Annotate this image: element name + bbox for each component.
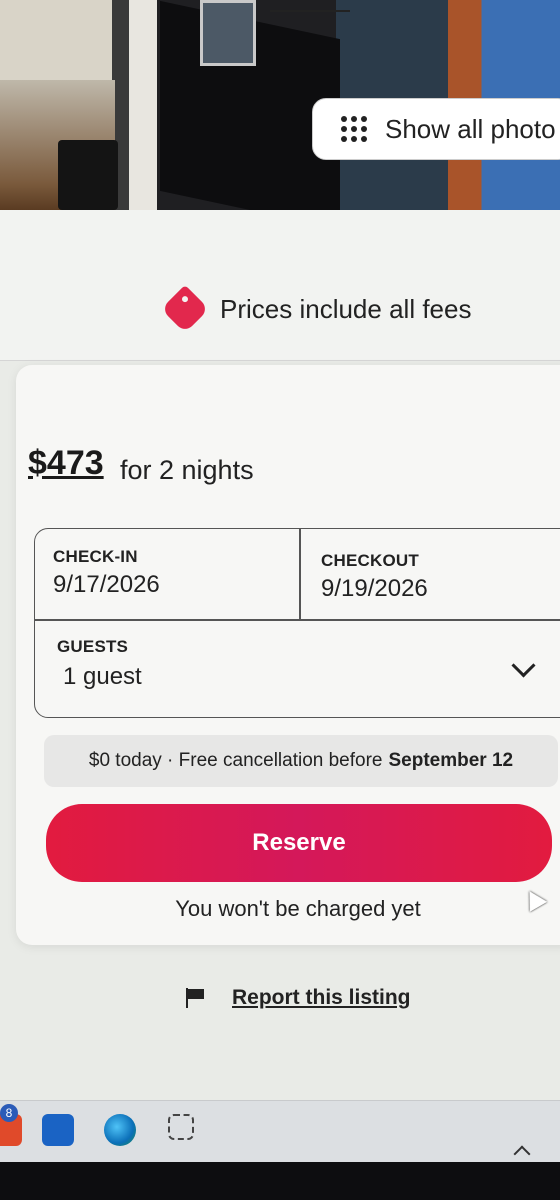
screen-bezel [0, 1162, 560, 1200]
not-charged-note: You won't be charged yet [175, 896, 421, 921]
total-price[interactable]: $473 [28, 444, 104, 483]
edge-icon[interactable] [104, 1114, 136, 1146]
fees-notice-text: Prices include all fees [220, 293, 472, 324]
trash-bin [58, 140, 118, 210]
guests-field[interactable]: GUESTS 1 guest [35, 621, 560, 717]
checkout-value: 9/19/2026 [321, 575, 428, 602]
cancellation-text: $0 today · Free cancellation before [88, 750, 383, 771]
show-all-photos-label: Show all photo [385, 113, 556, 144]
booking-form: CHECK-IN 9/17/2026 CHECKOUT 9/19/2026 GU… [34, 528, 560, 718]
checkout-field[interactable]: CHECKOUT 9/19/2026 [301, 529, 560, 619]
flag-icon [186, 988, 204, 1008]
notification-badge: 8 [0, 1104, 18, 1122]
checkin-value: 9/17/2026 [53, 571, 160, 598]
cancellation-notice: $0 today · Free cancellation before Sept… [44, 735, 558, 787]
fees-notice: Prices include all fees [160, 284, 472, 334]
taskbar [0, 1100, 560, 1163]
checkin-label: CHECK-IN [53, 547, 138, 566]
building-window [200, 0, 256, 66]
report-listing[interactable]: Report this listing [186, 986, 411, 1010]
fees-band [0, 210, 560, 361]
checkin-field[interactable]: CHECK-IN 9/17/2026 [35, 529, 299, 619]
reserve-button[interactable]: Reserve [46, 804, 552, 882]
checkout-label: CHECKOUT [321, 551, 419, 570]
outlook-icon[interactable] [42, 1114, 74, 1146]
guests-label: GUESTS [57, 637, 129, 656]
price-tag-icon [160, 284, 210, 334]
show-all-photos-button[interactable]: Show all photo [312, 98, 560, 160]
grid-dots-icon [341, 116, 367, 142]
guests-value: 1 guest [63, 663, 142, 690]
lamp-bracket [270, 10, 350, 12]
price-duration: for 2 nights [120, 455, 254, 485]
report-listing-link[interactable]: Report this listing [232, 986, 411, 1010]
cancellation-date: September 12 [388, 750, 514, 771]
chevron-down-icon[interactable] [511, 653, 536, 678]
snipping-tool-icon[interactable] [168, 1114, 194, 1140]
